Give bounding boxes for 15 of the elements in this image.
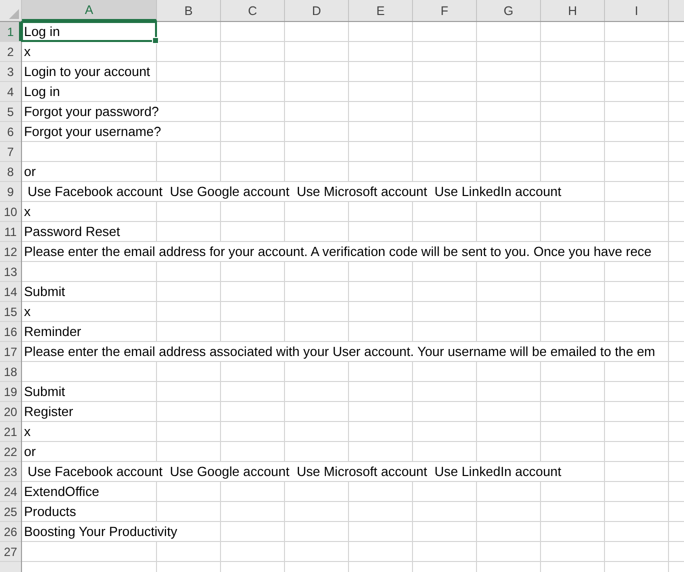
column-header[interactable]: F bbox=[413, 0, 477, 21]
cell-text: Please enter the email address for your account. A verification code will be sent to you. Once you have rece bbox=[22, 242, 654, 261]
column-header[interactable]: G bbox=[477, 0, 541, 21]
cell-text: Forgot your password? bbox=[22, 102, 161, 121]
column-header[interactable]: E bbox=[349, 0, 413, 21]
column-header[interactable]: H bbox=[541, 0, 605, 21]
column-header[interactable]: B bbox=[157, 0, 221, 21]
column-header[interactable]: C bbox=[221, 0, 285, 21]
cell-text: Forgot your username? bbox=[22, 122, 164, 141]
row-header[interactable]: 1 bbox=[0, 22, 21, 42]
column-header[interactable]: A bbox=[22, 0, 157, 21]
cell-text: Boosting Your Productivity bbox=[22, 522, 180, 541]
cell-text: Please enter the email address associated with your User account. Your username will be emailed to the em bbox=[22, 342, 658, 361]
column-header[interactable]: I bbox=[605, 0, 669, 21]
column-header[interactable]: D bbox=[285, 0, 349, 21]
